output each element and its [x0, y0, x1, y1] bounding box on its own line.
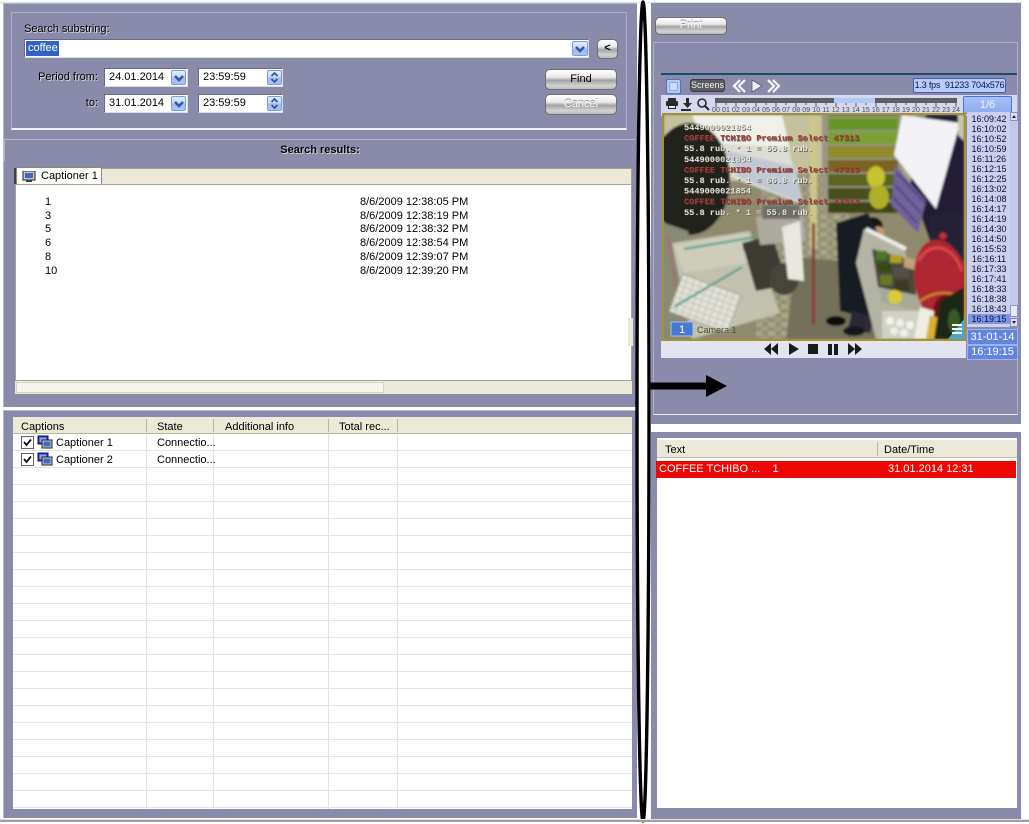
svg-text:55.8 rub. * 1 = 55.8 rub.: 55.8 rub. * 1 = 55.8 rub.	[684, 144, 813, 154]
svg-text:55.8 rub. * 1 = 55.8 rub.: 55.8 rub. * 1 = 55.8 rub.	[684, 208, 813, 218]
svg-text:COFFEE TCHIBO Premium Select 4: COFFEE TCHIBO Premium Select 47313	[684, 197, 859, 207]
svg-text:5449000021854: 5449000021854	[684, 123, 751, 133]
svg-text:COFFEE TCHIBO Premium Select 4: COFFEE TCHIBO Premium Select 47313	[684, 134, 859, 144]
svg-text:COFFEE TCHIBO Premium Select 4: COFFEE TCHIBO Premium Select 47313	[684, 165, 859, 175]
svg-text:5449000021854: 5449000021854	[684, 155, 751, 165]
svg-text:5449000021854: 5449000021854	[684, 187, 751, 197]
svg-text:Camera 1: Camera 1	[697, 325, 737, 335]
svg-text:1: 1	[679, 324, 685, 336]
svg-text:55.8 rub. * 1 = 66.8 rub.: 55.8 rub. * 1 = 66.8 rub.	[684, 176, 813, 186]
